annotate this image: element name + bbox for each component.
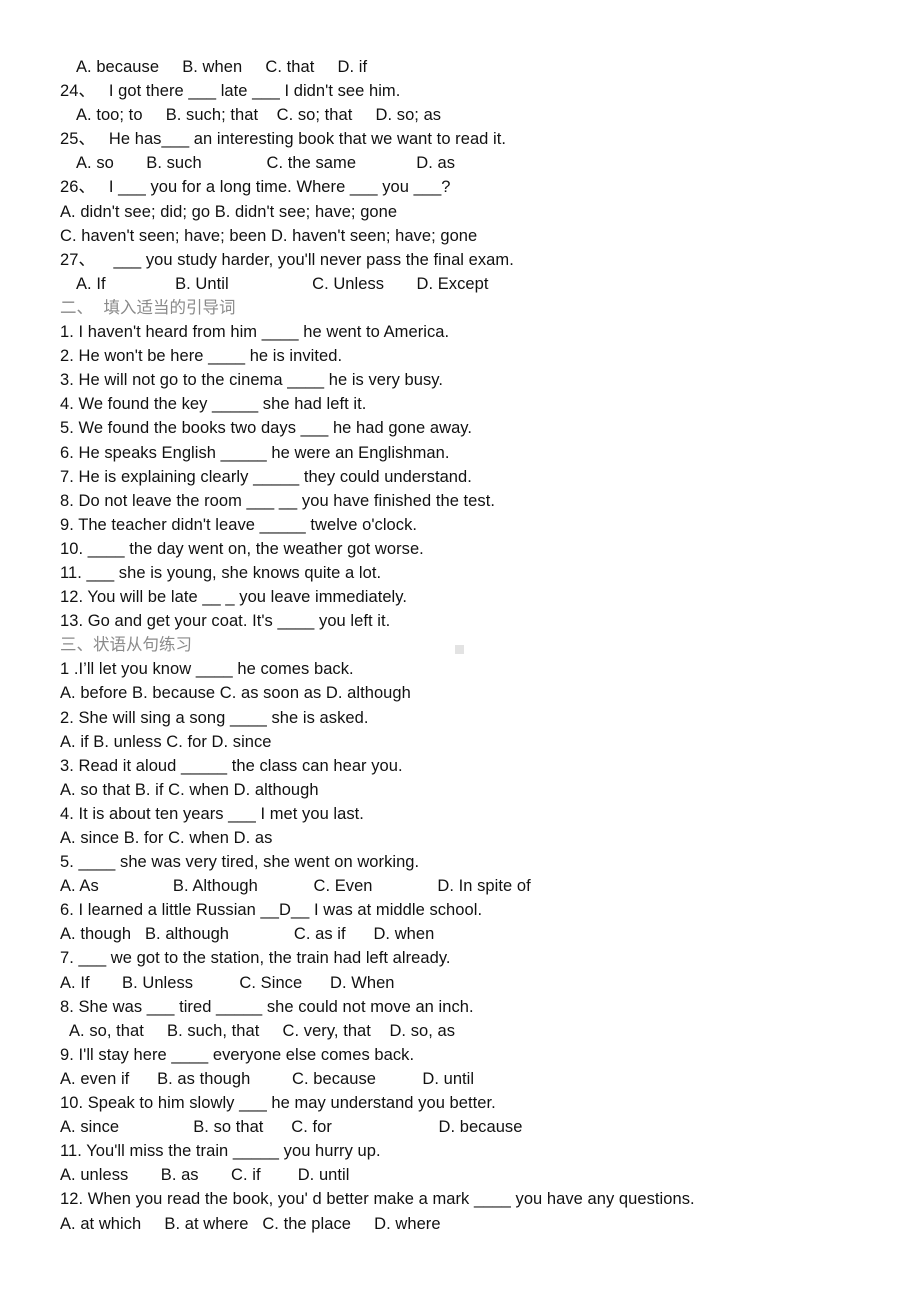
text-line: 10. ____ the day went on, the weather go… xyxy=(60,539,424,558)
text-line: 1 .I’ll let you know ____ he comes back. xyxy=(60,660,354,679)
text-line: 3. Read it aloud _____ the class can hea… xyxy=(60,756,403,775)
text-line: 26、 I ___ you for a long time. Where ___… xyxy=(60,178,451,197)
section-heading: 三、状语从句练习 xyxy=(60,635,192,655)
text-line: A. As B. Although C. Even D. In spite of xyxy=(60,877,531,896)
text-line: A. too; to B. such; that C. so; that D. … xyxy=(76,106,442,125)
text-line: 9. I'll stay here ____ everyone else com… xyxy=(60,1045,415,1064)
text-line: A. since B. so that C. for D. because xyxy=(60,1118,523,1137)
text-line: 11. You'll miss the train _____ you hurr… xyxy=(60,1142,381,1161)
text-line: A. because B. when C. that D. if xyxy=(76,58,368,76)
text-line: 2. He won't be here ____ he is invited. xyxy=(60,347,343,366)
gray-square-artifact xyxy=(455,645,464,654)
text-line: A. If B. Until C. Unless D. Except xyxy=(76,274,489,293)
text-line: 9. The teacher didn't leave _____ twelve… xyxy=(60,515,417,534)
text-line: 3. He will not go to the cinema ____ he … xyxy=(60,371,443,390)
text-line: A. unless B. as C. if D. until xyxy=(60,1166,350,1185)
text-line: A. before B. because C. as soon as D. al… xyxy=(60,684,411,703)
text-line: 4. It is about ten years ___ I met you l… xyxy=(60,804,364,823)
text-line: 11. ___ she is young, she knows quite a … xyxy=(60,563,382,582)
text-line: C. haven't seen; have; been D. haven't s… xyxy=(60,226,478,245)
text-line: 12. When you read the book, you' d bette… xyxy=(60,1190,695,1209)
text-line: 10. Speak to him slowly ___ he may under… xyxy=(60,1094,496,1113)
text-line: A. if B. unless C. for D. since xyxy=(60,732,272,751)
text-line: 6. He speaks English _____ he were an En… xyxy=(60,443,450,462)
text-line: 4. We found the key _____ she had left i… xyxy=(60,395,367,414)
text-line: A. didn't see; did; go B. didn't see; ha… xyxy=(60,202,398,221)
text-line: 24、 I got there ___ late ___ I didn't se… xyxy=(60,82,401,101)
text-line: A. so, that B. such, that C. very, that … xyxy=(69,1021,456,1040)
text-line: 6. I learned a little Russian __D__ I wa… xyxy=(60,901,483,920)
text-line: 2. She will sing a song ____ she is aske… xyxy=(60,708,369,727)
text-line: 5. We found the books two days ___ he ha… xyxy=(60,419,473,438)
text-line: A. so that B. if C. when D. although xyxy=(60,780,319,799)
text-line: 25、 He has___ an interesting book that w… xyxy=(60,130,507,149)
text-line: A. If B. Unless C. Since D. When xyxy=(60,973,395,992)
text-line: 7. ___ we got to the station, the train … xyxy=(60,949,451,968)
text-line: A. even if B. as though C. because D. un… xyxy=(60,1069,475,1088)
text-line: 1. I haven't heard from him ____ he went… xyxy=(60,323,450,342)
text-line: A. at which B. at where C. the place D. … xyxy=(60,1214,441,1233)
text-line: 27、 ___ you study harder, you'll never p… xyxy=(60,250,514,269)
text-line: 5. ____ she was very tired, she went on … xyxy=(60,853,420,872)
document-page: A. because B. when C. that D. if 24、 I go… xyxy=(0,0,920,1302)
text-line: A. since B. for C. when D. as xyxy=(60,829,273,847)
text-line: 12. You will be late __ _ you leave imme… xyxy=(60,588,407,607)
text-line: A. so B. such C. the same D. as xyxy=(76,154,456,173)
section-heading: 二、 填入适当的引导词 xyxy=(60,297,236,317)
text-line: 8. She was ___ tired _____ she could not… xyxy=(60,997,474,1016)
text-line: 13. Go and get your coat. It's ____ you … xyxy=(60,612,391,631)
text-line: 7. He is explaining clearly _____ they c… xyxy=(60,467,472,486)
text-line: A. though B. although C. as if D. when xyxy=(60,925,435,944)
document-text-body: A. because B. when C. that D. if 24、 I go… xyxy=(60,55,890,1236)
text-line: 8. Do not leave the room ___ __ you have… xyxy=(60,491,495,510)
